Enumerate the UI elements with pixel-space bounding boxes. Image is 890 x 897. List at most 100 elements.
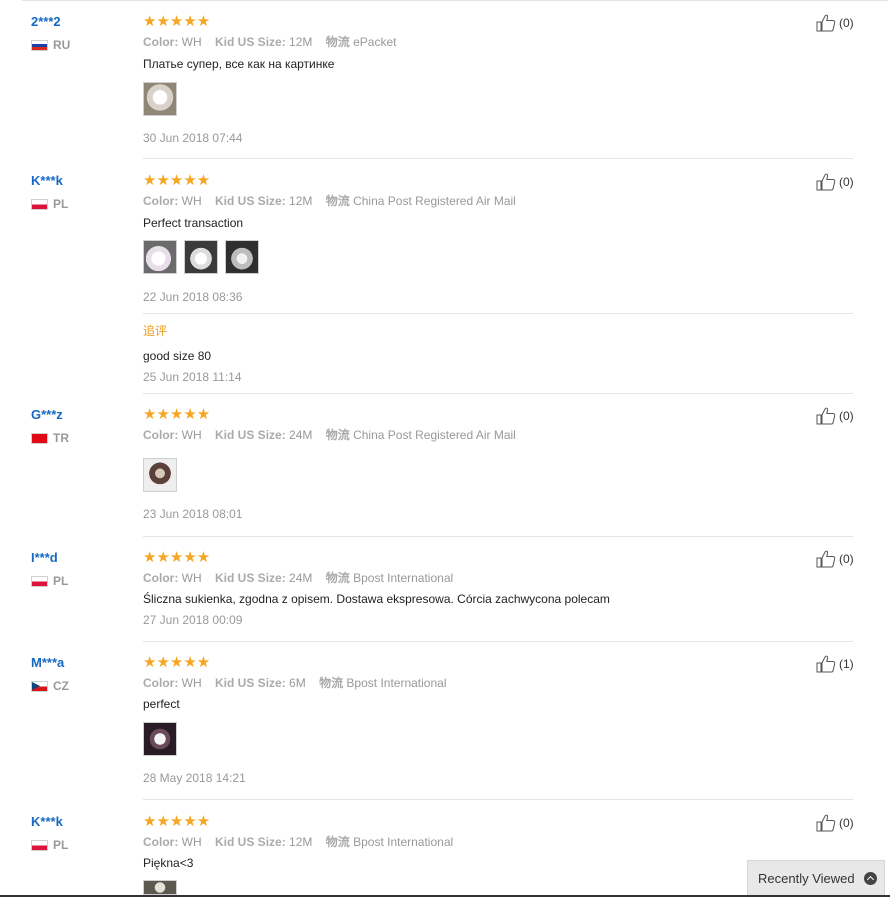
flag-icon — [31, 575, 48, 587]
chevron-up-circle-icon — [863, 871, 877, 885]
helpful-count: (0) — [839, 409, 854, 423]
review-text: perfect — [143, 697, 180, 711]
reviewer: K***k PL — [31, 173, 68, 211]
helpful-button[interactable]: (0) — [816, 407, 854, 425]
shipping-label: 物流 — [325, 194, 350, 208]
flag-icon — [31, 680, 48, 692]
followup-text: good size 80 — [143, 349, 212, 363]
review-photos — [143, 240, 259, 274]
review-date: 23 Jun 2018 08:01 — [143, 507, 243, 521]
flag-icon — [31, 432, 48, 444]
reviewer-name[interactable]: I***d — [31, 550, 58, 566]
size-label: Kid US Size: — [215, 835, 286, 849]
review-text: Perfect transaction — [143, 216, 244, 230]
helpful-count: (1) — [839, 657, 854, 671]
followup-date: 25 Jun 2018 11:14 — [143, 370, 242, 384]
country-code: RU — [53, 38, 71, 52]
review-photos — [143, 458, 177, 492]
review-photo[interactable] — [143, 722, 177, 756]
review-photo[interactable] — [143, 82, 177, 116]
reviewer-country: RU — [31, 38, 70, 52]
helpful-button[interactable]: (0) — [816, 173, 854, 191]
country-code: TR — [53, 431, 69, 445]
thumbs-up-icon — [816, 407, 836, 425]
recently-viewed-button[interactable]: Recently Viewed — [747, 860, 885, 896]
shipping-label: 物流 — [325, 571, 350, 585]
review-date: 30 Jun 2018 07:44 — [143, 131, 243, 145]
helpful-button[interactable]: (1) — [816, 655, 854, 673]
review-divider — [143, 799, 853, 800]
flag-icon — [31, 198, 48, 210]
helpful-button[interactable]: (0) — [816, 14, 854, 32]
size-label: Kid US Size: — [215, 194, 286, 208]
shipping-value: Bpost International — [346, 676, 447, 690]
helpful-count: (0) — [839, 552, 854, 566]
shipping-label: 物流 — [319, 676, 344, 690]
size-label: Kid US Size: — [215, 676, 286, 690]
color-label: Color: — [143, 571, 179, 585]
reviewer-name[interactable]: K***k — [31, 173, 63, 189]
color-label: Color: — [143, 835, 179, 849]
star-rating: ★★★★★ — [143, 813, 211, 830]
color-value: WH — [181, 428, 202, 442]
review-photo[interactable] — [184, 240, 218, 274]
review-divider — [143, 641, 853, 642]
review-photo[interactable] — [143, 880, 177, 895]
reviewer: I***d PL — [31, 550, 68, 588]
review-photo[interactable] — [143, 458, 177, 492]
review-divider — [143, 158, 853, 159]
helpful-button[interactable]: (0) — [816, 550, 854, 568]
country-code: PL — [53, 838, 69, 852]
size-label: Kid US Size: — [215, 428, 286, 442]
star-rating: ★★★★★ — [143, 172, 211, 189]
star-rating: ★★★★★ — [143, 549, 211, 566]
review-attributes: Color: WH Kid US Size: 12M 物流 Bpost Inte… — [143, 835, 463, 850]
review-date: 22 Jun 2018 08:36 — [143, 290, 243, 304]
size-value: 12M — [289, 835, 313, 849]
country-code: CZ — [53, 679, 69, 693]
review-photos — [143, 82, 177, 116]
helpful-count: (0) — [839, 816, 854, 830]
review-attributes: Color: WH Kid US Size: 6M 物流 Bpost Inter… — [143, 676, 457, 691]
reviewer-name[interactable]: M***a — [31, 655, 64, 671]
reviewer-country: PL — [31, 197, 68, 211]
reviewer-country: PL — [31, 574, 68, 588]
reviewer-name[interactable]: 2***2 — [31, 14, 61, 30]
review-photo[interactable] — [225, 240, 259, 274]
review-divider — [143, 536, 853, 537]
review-attributes: Color: WH Kid US Size: 24M 物流 Bpost Inte… — [143, 571, 463, 586]
reviewer-name[interactable]: G***z — [31, 407, 63, 423]
size-value: 24M — [289, 428, 313, 442]
review-text: Piękna<3 — [143, 856, 194, 870]
shipping-value: China Post Registered Air Mail — [353, 194, 516, 208]
star-rating: ★★★★★ — [143, 406, 211, 423]
size-value: 6M — [289, 676, 306, 690]
thumbs-up-icon — [816, 173, 836, 191]
size-value: 12M — [289, 35, 313, 49]
review-photo[interactable] — [143, 240, 177, 274]
reviewer-name[interactable]: K***k — [31, 814, 63, 830]
reviewer: G***z TR — [31, 407, 69, 445]
shipping-label: 物流 — [325, 428, 350, 442]
review-attributes: Color: WH Kid US Size: 12M 物流 China Post… — [143, 194, 526, 209]
reviewer: K***k PL — [31, 814, 68, 852]
color-value: WH — [181, 676, 202, 690]
review-text: Śliczna sukienka, zgodna z opisem. Dosta… — [143, 592, 610, 606]
shipping-value: Bpost International — [353, 571, 454, 585]
reviewer-country: PL — [31, 838, 68, 852]
color-label: Color: — [143, 194, 179, 208]
review-text: Платье супер, все как на картинке — [143, 57, 335, 71]
star-rating: ★★★★★ — [143, 13, 211, 30]
thumbs-up-icon — [816, 655, 836, 673]
reviewer-country: CZ — [31, 679, 69, 693]
country-code: PL — [53, 574, 69, 588]
helpful-button[interactable]: (0) — [816, 814, 854, 832]
list-top-border — [22, 0, 888, 1]
reviewer-country: TR — [31, 431, 69, 445]
thumbs-up-icon — [816, 14, 836, 32]
color-value: WH — [181, 571, 202, 585]
thumbs-up-icon — [816, 814, 836, 832]
review-attributes: Color: WH Kid US Size: 24M 物流 China Post… — [143, 428, 526, 443]
shipping-label: 物流 — [325, 835, 350, 849]
color-value: WH — [181, 35, 202, 49]
